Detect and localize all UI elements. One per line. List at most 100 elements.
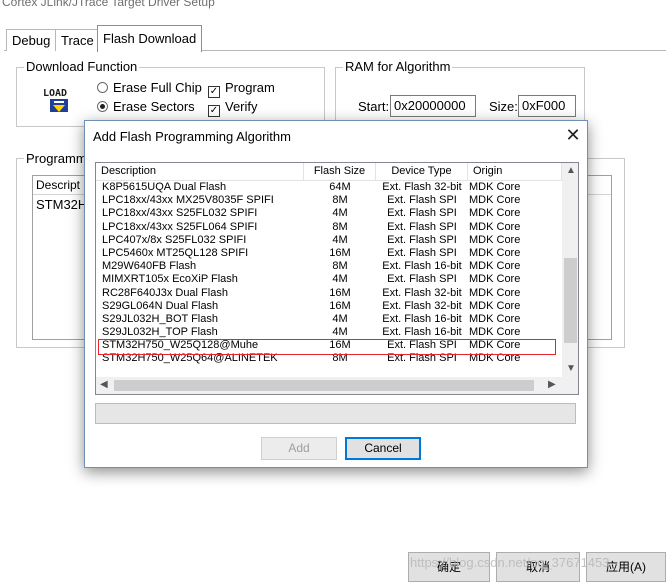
- start-address-input[interactable]: 0x20000000: [390, 95, 476, 117]
- row-description: LPC18xx/43xx S25FL032 SPIFI: [102, 207, 258, 220]
- algorithm-row[interactable]: K8P5615UQA Dual Flash 64M Ext. Flash 32-bi…: [96, 181, 562, 194]
- tab-trace[interactable]: Trace: [55, 29, 100, 51]
- row-flash-size: 8M: [332, 220, 348, 233]
- scroll-down-icon[interactable]: ▼: [566, 364, 576, 374]
- row-flash-size: 8M: [332, 260, 348, 273]
- row-description: LPC407x/8x S25FL032 SPIFI: [102, 233, 247, 246]
- row-flash-size: 64M: [329, 181, 351, 193]
- row-description: MIMXRT105x EcoXiP Flash: [102, 273, 238, 286]
- algorithm-row[interactable]: MIMXRT105x EcoXiP Flash 4M Ext. Flash SPI M…: [96, 273, 562, 286]
- row-origin: MDK Core: [469, 273, 521, 286]
- row-origin: MDK Core: [469, 233, 521, 246]
- row-description: M29W640FB Flash: [102, 260, 197, 273]
- row-flash-size: 4M: [332, 233, 348, 246]
- algorithm-row[interactable]: LPC18xx/43xx S25FL032 SPIFI 4M Ext. Flash …: [96, 207, 562, 220]
- row-flash-size: 16M: [329, 299, 351, 312]
- program-label: Program: [225, 80, 275, 95]
- row-origin: MDK Core: [469, 194, 521, 207]
- algorithm-row[interactable]: S29JL032H_BOT Flash 4M Ext. Flash 16-bit MD…: [96, 313, 562, 326]
- algorithm-rows: K8P5615UQA Dual Flash 64M Ext. Flash 32-bi…: [96, 181, 562, 366]
- scrollbar-corner: [562, 377, 578, 394]
- algorithm-row[interactable]: LPC18xx/43xx S25FL064 SPIFI 8M Ext. Flash …: [96, 221, 562, 234]
- program-checkbox[interactable]: ✓: [208, 86, 220, 98]
- column-header-origin[interactable]: Origin: [468, 163, 562, 181]
- row-origin: MDK Core: [469, 207, 521, 220]
- algorithm-row[interactable]: LPC407x/8x S25FL032 SPIFI 4M Ext. Flash SP…: [96, 234, 562, 247]
- programming-algorithm-label: Programm: [24, 151, 89, 166]
- row-origin: MDK Core: [469, 220, 521, 233]
- row-origin: MDK Core: [469, 181, 521, 193]
- close-icon[interactable]: ✕: [561, 124, 585, 148]
- column-header-description[interactable]: Description: [96, 163, 304, 181]
- row-device-type: Ext. Flash SPI: [387, 246, 457, 259]
- ram-for-algorithm-label: RAM for Algorithm: [343, 59, 453, 74]
- algorithm-row[interactable]: LPC18xx/43xx MX25V8035F SPIFI 8M Ext. Flas…: [96, 194, 562, 207]
- erase-sectors-label: Erase Sectors: [113, 99, 195, 114]
- horizontal-scroll-thumb[interactable]: [114, 380, 534, 391]
- download-function-label: Download Function: [24, 59, 140, 74]
- row-device-type: Ext. Flash 32-bit: [382, 286, 462, 299]
- column-header-flash-size[interactable]: Flash Size: [304, 163, 376, 181]
- row-device-type: Ext. Flash SPI: [387, 220, 457, 233]
- row-device-type: Ext. Flash 16-bit: [382, 260, 462, 273]
- row-flash-size: 16M: [329, 286, 351, 299]
- row-device-type: Ext. Flash SPI: [387, 194, 457, 207]
- selected-row-highlight: [98, 339, 556, 355]
- load-icon: LOAD: [43, 88, 68, 112]
- row-flash-size: 4M: [332, 312, 348, 325]
- row-description: RC28F640J3x Dual Flash: [102, 286, 228, 299]
- cancel-button[interactable]: Cancel: [345, 437, 421, 460]
- window-title: Cortex JLink/JTrace Target Driver Setup: [2, 0, 215, 9]
- row-description: S29GL064N Dual Flash: [102, 299, 219, 312]
- algorithm-row[interactable]: M29W640FB Flash 8M Ext. Flash 16-bit MDK Co…: [96, 260, 562, 273]
- row-origin: MDK Core: [469, 286, 521, 299]
- row-origin: MDK Core: [469, 299, 521, 312]
- row-origin: MDK Core: [469, 326, 521, 339]
- scroll-up-icon[interactable]: ▲: [566, 166, 576, 176]
- algorithm-row[interactable]: RC28F640J3x Dual Flash 16M Ext. Flash 32-b…: [96, 287, 562, 300]
- program-option[interactable]: ✓ Program: [208, 80, 275, 98]
- tab-flash-download[interactable]: Flash Download: [97, 25, 203, 52]
- row-description: S29JL032H_BOT Flash: [102, 312, 218, 325]
- verify-checkbox[interactable]: ✓: [208, 105, 220, 117]
- scroll-right-icon[interactable]: ▶: [548, 380, 556, 390]
- algorithm-row[interactable]: S29JL032H_TOP Flash 4M Ext. Flash 16-bit MD…: [96, 326, 562, 339]
- horizontal-scrollbar[interactable]: ◀ ▶: [96, 377, 562, 394]
- row-device-type: Ext. Flash SPI: [387, 273, 457, 286]
- size-label: Size:: [489, 99, 518, 114]
- row-device-type: Ext. Flash SPI: [387, 207, 457, 220]
- row-description: LPC5460x MT25QL128 SPIFI: [102, 246, 249, 259]
- column-header-device-type[interactable]: Device Type: [376, 163, 468, 181]
- size-input[interactable]: 0xF000: [518, 95, 576, 117]
- erase-sectors-option[interactable]: Erase Sectors: [97, 99, 195, 114]
- row-description: LPC18xx/43xx MX25V8035F SPIFI: [102, 194, 274, 207]
- algorithm-list[interactable]: Description Flash Size Device Type Origi…: [95, 162, 579, 395]
- algorithm-row[interactable]: LPC5460x MT25QL128 SPIFI 16M Ext. Flash SP…: [96, 247, 562, 260]
- add-flash-algorithm-dialog: Add Flash Programming Algorithm ✕ Descri…: [84, 120, 588, 468]
- erase-full-chip-label: Erase Full Chip: [113, 80, 202, 95]
- row-device-type: Ext. Flash 32-bit: [382, 299, 462, 312]
- row-description: K8P5615UQA Dual Flash: [102, 181, 227, 193]
- row-origin: MDK Core: [469, 260, 521, 273]
- row-description: LPC18xx/43xx S25FL064 SPIFI: [102, 220, 258, 233]
- row-flash-size: 4M: [332, 273, 348, 286]
- erase-full-chip-radio[interactable]: [97, 82, 108, 93]
- add-button[interactable]: Add: [261, 437, 337, 460]
- verify-option[interactable]: ✓ Verify: [208, 99, 258, 117]
- tab-debug[interactable]: Debug: [6, 29, 57, 51]
- vertical-scrollbar[interactable]: ▲ ▼: [562, 163, 578, 377]
- erase-full-chip-option[interactable]: Erase Full Chip: [97, 80, 202, 95]
- vertical-scroll-thumb[interactable]: [564, 258, 577, 343]
- row-device-type: Ext. Flash 16-bit: [382, 326, 462, 339]
- verify-label: Verify: [225, 99, 258, 114]
- row-flash-size: 8M: [332, 194, 348, 207]
- algorithm-row[interactable]: S29GL064N Dual Flash 16M Ext. Flash 32-bit…: [96, 300, 562, 313]
- row-device-type: Ext. Flash SPI: [387, 233, 457, 246]
- erase-sectors-radio[interactable]: [97, 101, 108, 112]
- row-flash-size: 16M: [329, 246, 351, 259]
- watermark-text: https://blog.csdn.net/qq_37671453: [410, 555, 610, 570]
- svg-text:LOAD: LOAD: [43, 88, 67, 99]
- row-description: S29JL032H_TOP Flash: [102, 326, 218, 339]
- start-label: Start:: [358, 99, 390, 114]
- scroll-left-icon[interactable]: ◀: [100, 380, 108, 390]
